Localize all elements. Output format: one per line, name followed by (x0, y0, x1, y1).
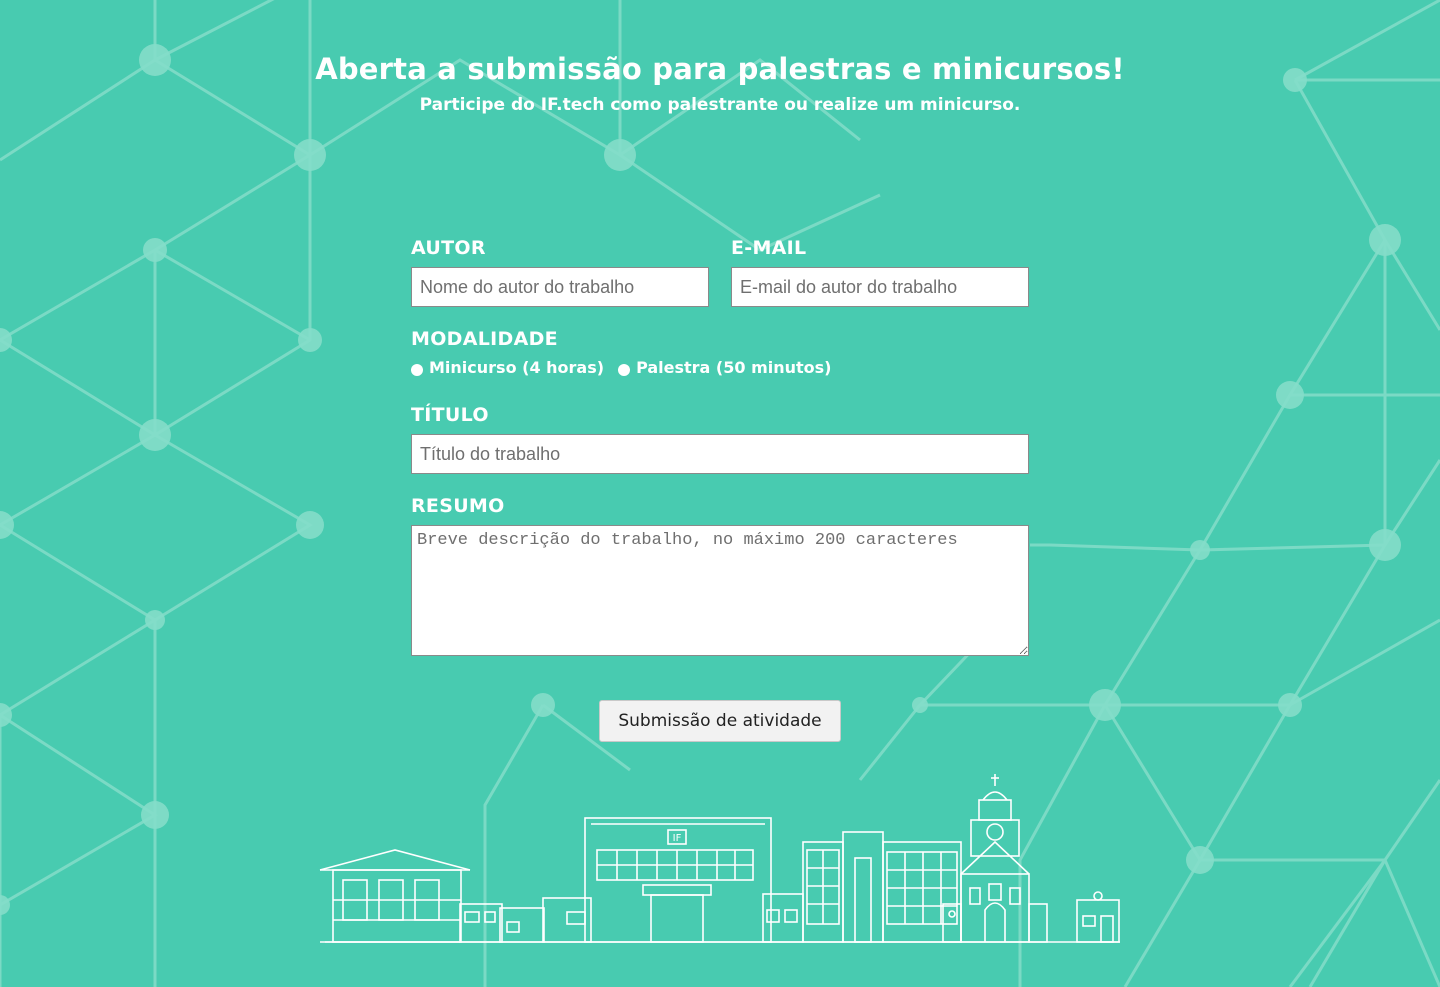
house-building-illustration (319, 849, 471, 943)
modality-option-palestra[interactable]: Palestra (50 minutos) (618, 358, 831, 377)
page-content: Aberta a submissão para palestras e mini… (0, 0, 1440, 987)
email-input[interactable] (731, 267, 1029, 307)
modality-option-minicurso[interactable]: Minicurso (4 horas) (411, 358, 604, 377)
summary-textarea[interactable] (411, 525, 1029, 656)
summary-label: RESUMO (411, 495, 505, 517)
right-building-illustration (1076, 891, 1120, 943)
submit-button[interactable]: Submissão de atividade (599, 700, 841, 742)
office-building-illustration (762, 831, 962, 943)
page-title: Aberta a submissão para palestras e mini… (315, 52, 1125, 86)
modality-radio-group: Minicurso (4 horas) Palestra (50 minutos… (411, 358, 845, 377)
title-label: TÍTULO (411, 404, 489, 426)
church-illustration (942, 774, 1048, 943)
radio-button[interactable] (411, 363, 423, 376)
modality-label: MODALIDADE (411, 328, 558, 350)
small-building-illustration (459, 897, 592, 943)
radio-button[interactable] (618, 363, 631, 376)
radio-label: Minicurso (4 horas) (429, 358, 605, 377)
campus-skyline-illustration: IF (319, 774, 1120, 943)
title-input[interactable] (411, 434, 1029, 474)
radio-label: Palestra (50 minutos) (636, 358, 832, 377)
author-input[interactable] (411, 267, 709, 307)
author-label: AUTOR (411, 237, 486, 259)
email-label: E-MAIL (731, 237, 807, 259)
building-sign: IF (673, 833, 682, 844)
page-subtitle: Participe do IF.tech como palestrante ou… (419, 95, 1021, 115)
